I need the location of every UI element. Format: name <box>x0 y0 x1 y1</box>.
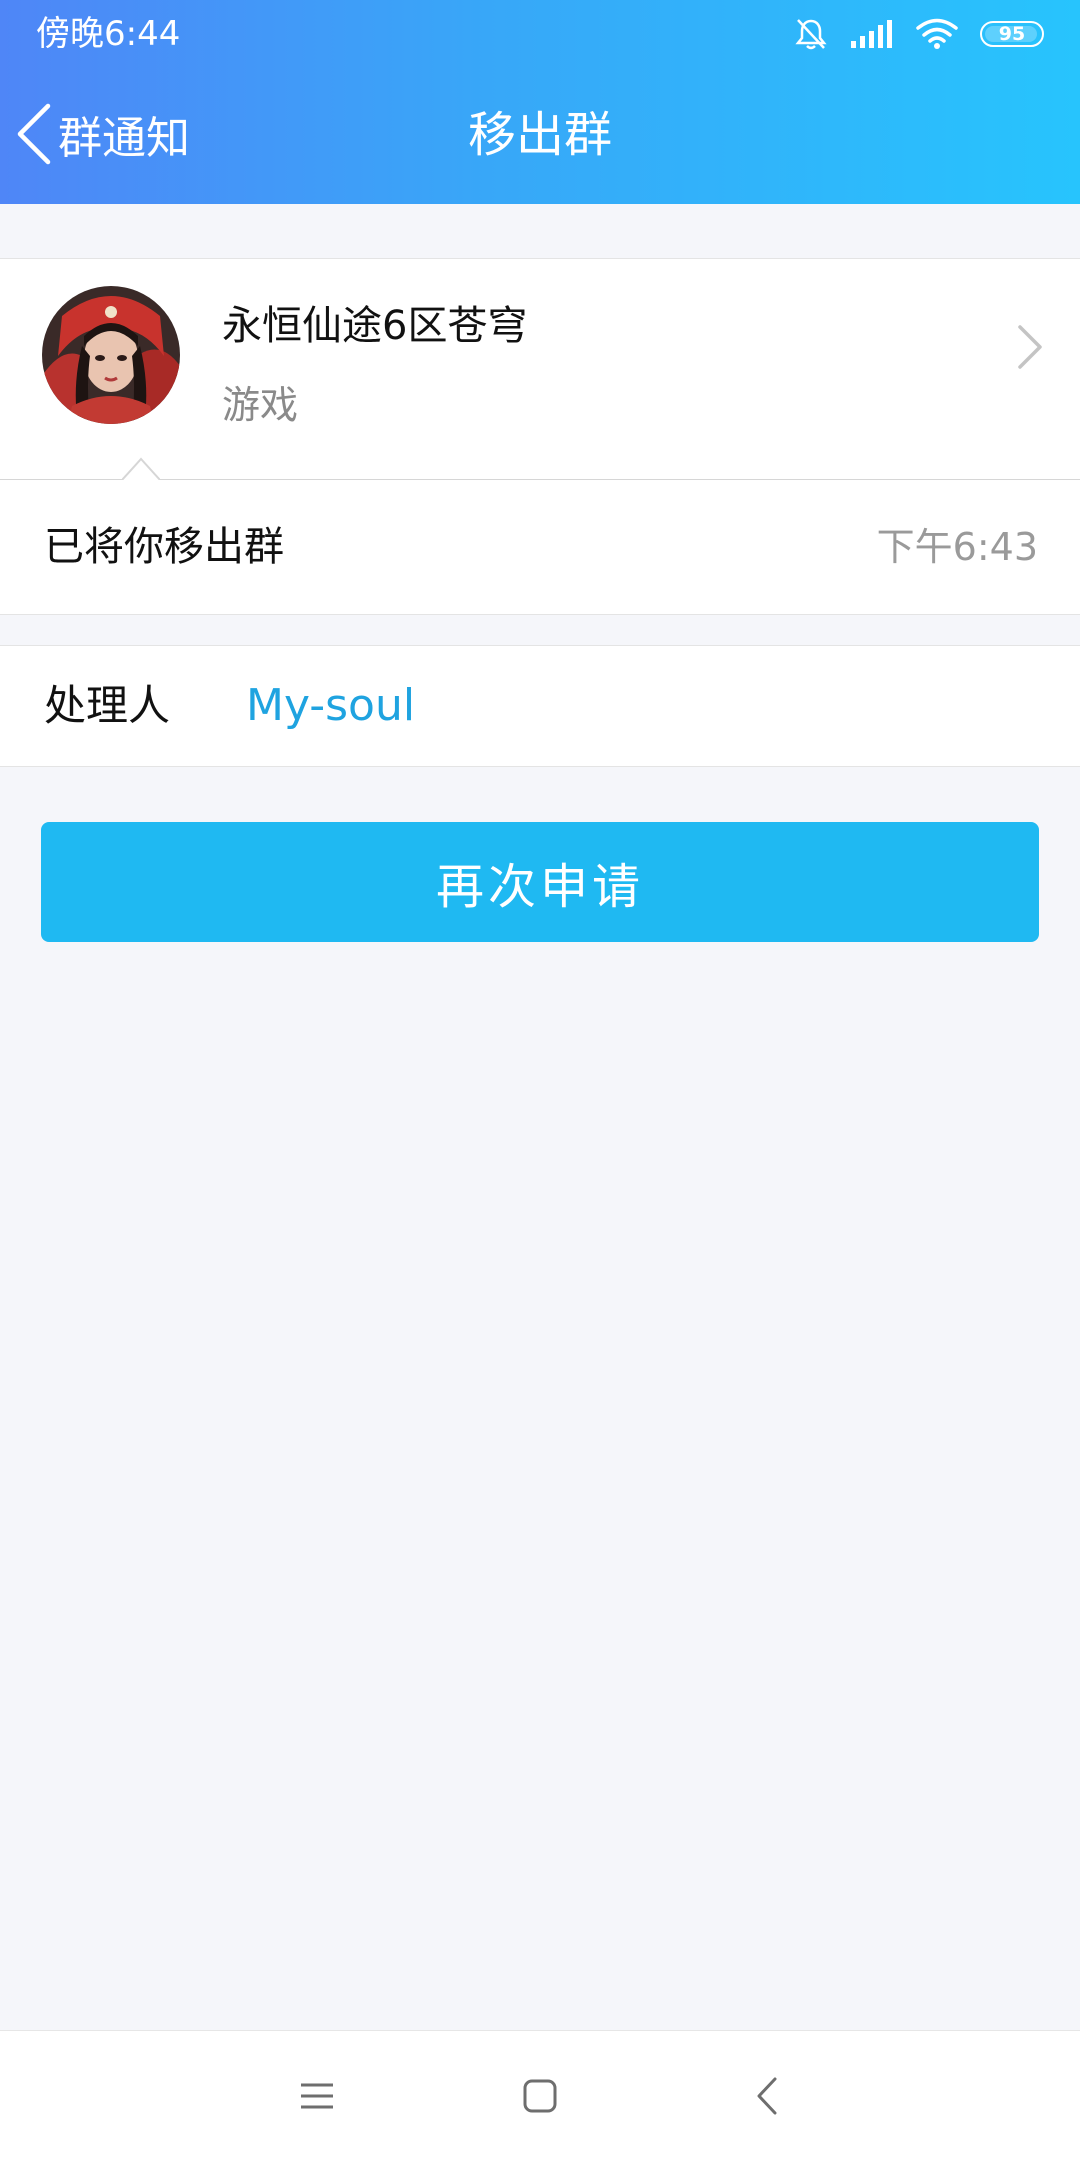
chevron-right-icon <box>1018 325 1042 369</box>
home-square-icon <box>523 2079 557 2113</box>
reapply-button[interactable]: 再次申请 <box>41 822 1039 942</box>
nav-home-button[interactable] <box>500 2061 580 2131</box>
notice-row: 已将你移出群 下午6:43 <box>0 480 1080 615</box>
notice-time: 下午6:43 <box>876 525 1038 569</box>
back-arrow-icon <box>757 2077 777 2115</box>
header-bar: 傍晚6:44 95 群通知 移出群 <box>0 0 1080 204</box>
status-icons: 95 <box>794 14 1044 54</box>
nav-back-button[interactable] <box>727 2061 807 2131</box>
group-category: 游戏 <box>222 383 299 427</box>
battery-icon: 95 <box>980 21 1044 47</box>
bell-muted-icon <box>795 19 827 50</box>
group-name: 永恒仙途6区苍穹 <box>222 303 528 349</box>
system-nav-bar <box>0 2030 1080 2161</box>
handler-label: 处理人 <box>44 681 171 730</box>
notice-message: 已将你移出群 <box>44 524 284 570</box>
page-title: 移出群 <box>467 107 612 163</box>
status-time: 傍晚6:44 <box>36 14 181 54</box>
group-avatar <box>42 286 180 424</box>
signal-icon <box>851 20 892 48</box>
menu-icon <box>301 2083 333 2109</box>
wifi-icon <box>916 18 958 49</box>
battery-level: 95 <box>998 23 1026 45</box>
bubble-notch <box>122 457 160 481</box>
handler-name-link[interactable]: My-soul <box>246 681 415 731</box>
group-card[interactable]: 永恒仙途6区苍穹 游戏 <box>0 258 1080 481</box>
nav-menu-button[interactable] <box>277 2061 357 2131</box>
handler-row: 处理人 My-soul <box>0 645 1080 767</box>
